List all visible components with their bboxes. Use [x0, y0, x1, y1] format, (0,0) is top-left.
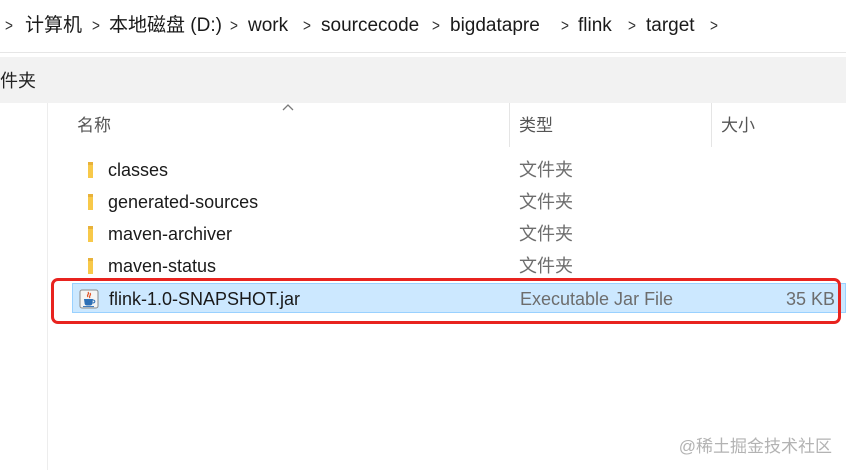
column-divider[interactable] [509, 103, 510, 147]
chevron-right-icon[interactable]: > [628, 13, 636, 39]
breadcrumb-item-bigdatapre[interactable]: bigdatapre [450, 13, 540, 39]
list-item-folder[interactable]: generated-sources 文件夹 [72, 187, 846, 217]
breadcrumb-item-sourcecode[interactable]: sourcecode [321, 13, 419, 39]
file-type: 文件夹 [519, 192, 573, 212]
breadcrumb-item-target[interactable]: target [646, 13, 695, 39]
file-name: maven-status [108, 256, 217, 276]
new-folder-command[interactable]: 件夹 [0, 70, 36, 92]
chevron-right-icon[interactable]: > [303, 13, 311, 39]
column-header-size[interactable]: 大小 [721, 115, 755, 137]
breadcrumb-item-work[interactable]: work [248, 13, 288, 39]
breadcrumb-item-drive-d[interactable]: 本地磁盘 (D:) [109, 13, 222, 39]
folder-icon [88, 194, 93, 210]
file-name: classes [108, 160, 169, 180]
list-item-folder[interactable]: classes 文件夹 [72, 155, 846, 185]
watermark-text: @稀土掘金技术社区 [678, 437, 832, 456]
file-size: 35 KB [785, 289, 835, 309]
chevron-right-icon[interactable]: > [710, 13, 718, 39]
chevron-right-icon[interactable]: > [432, 13, 440, 39]
folder-icon [88, 162, 93, 178]
file-type: 文件夹 [519, 224, 573, 244]
address-bar[interactable]: > 计算机 > 本地磁盘 (D:) > work > sourcecode > … [0, 0, 846, 53]
chevron-right-icon[interactable]: > [92, 13, 100, 39]
column-header-name[interactable]: 名称 [77, 115, 111, 137]
list-item-folder[interactable]: maven-archiver 文件夹 [72, 219, 846, 249]
list-item-folder[interactable]: maven-status 文件夹 [72, 251, 846, 281]
sort-ascending-icon [282, 104, 294, 111]
folder-icon [88, 226, 93, 242]
chevron-right-icon[interactable]: > [5, 13, 13, 39]
file-type: Executable Jar File [520, 289, 674, 309]
navigation-pane[interactable] [0, 103, 48, 470]
chevron-right-icon[interactable]: > [230, 13, 238, 39]
list-item-jar-file[interactable]: flink-1.0-SNAPSHOT.jar Executable Jar Fi… [72, 283, 846, 313]
column-header-row: 名称 类型 大小 [48, 103, 846, 147]
file-type: 文件夹 [519, 256, 573, 276]
folder-icon [88, 258, 93, 274]
breadcrumb-item-flink[interactable]: flink [578, 13, 612, 39]
file-name: generated-sources [108, 192, 259, 212]
chevron-right-icon[interactable]: > [561, 13, 569, 39]
file-name: maven-archiver [108, 224, 233, 244]
file-name: flink-1.0-SNAPSHOT.jar [109, 289, 301, 309]
column-header-type[interactable]: 类型 [519, 115, 553, 137]
java-jar-icon [79, 289, 99, 309]
column-divider[interactable] [711, 103, 712, 147]
file-type: 文件夹 [519, 160, 573, 180]
command-bar: 件夹 [0, 57, 846, 103]
breadcrumb-item-computer[interactable]: 计算机 [25, 13, 82, 39]
